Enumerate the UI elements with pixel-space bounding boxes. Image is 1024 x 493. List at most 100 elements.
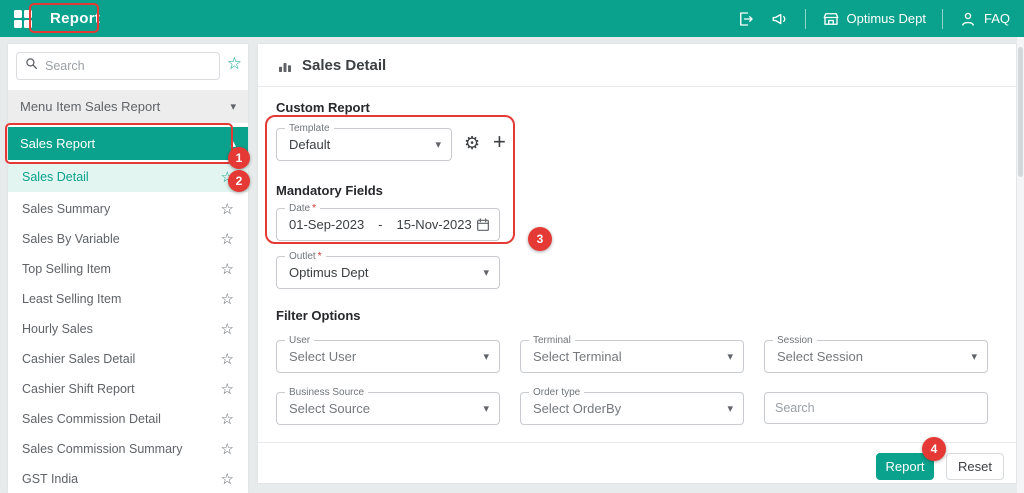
- sidebar-item[interactable]: Cashier Shift Report ☆: [8, 374, 248, 404]
- annotation-step-3: 3: [528, 227, 552, 251]
- session-select[interactable]: Session Select Session ▾: [764, 334, 988, 373]
- star-icon[interactable]: ☆: [221, 290, 234, 308]
- sidebar-item[interactable]: Top Selling Item ☆: [8, 254, 248, 284]
- scrollbar-thumb[interactable]: [1018, 47, 1023, 177]
- user-value: Select User: [289, 349, 357, 364]
- sidebar-item[interactable]: Sales Commission Summary ☆: [8, 434, 248, 464]
- report-sidebar: ☆ Menu Item Sales Report ▾ Sales Report …: [8, 44, 248, 493]
- business-source-value: Select Source: [289, 401, 370, 416]
- faq-label: FAQ: [983, 11, 1010, 26]
- outlet-select[interactable]: Outlet * Optimus Dept ▾: [276, 250, 500, 289]
- star-icon[interactable]: ☆: [221, 440, 234, 458]
- business-source-select[interactable]: Business Source Select Source ▾: [276, 386, 500, 425]
- star-icon[interactable]: ☆: [221, 380, 234, 398]
- field-label: Date: [289, 203, 311, 214]
- settings-gear-icon[interactable]: ⚙: [464, 133, 480, 154]
- vertical-scrollbar[interactable]: [1017, 37, 1024, 493]
- active-item-label: Sales Detail: [22, 170, 89, 184]
- annotation-step-2: 2: [228, 170, 250, 192]
- field-label: Business Source: [289, 387, 365, 398]
- star-icon[interactable]: ☆: [221, 200, 234, 218]
- star-icon[interactable]: ☆: [221, 320, 234, 338]
- bar-chart-icon: [276, 57, 294, 80]
- report-category-dropdown[interactable]: Menu Item Sales Report ▾: [8, 90, 248, 123]
- favorites-star-icon[interactable]: ☆: [227, 55, 242, 72]
- field-label: Session: [777, 335, 813, 346]
- sidebar-search[interactable]: [16, 52, 220, 80]
- field-label: Order type: [533, 387, 581, 398]
- field-label: User: [289, 335, 311, 346]
- field-label: Outlet: [289, 251, 316, 262]
- sidebar-item[interactable]: Hourly Sales ☆: [8, 314, 248, 344]
- filter-search-input[interactable]: [775, 401, 977, 415]
- store-icon: [822, 10, 840, 28]
- order-type-select[interactable]: Order type Select OrderBy ▾: [520, 386, 744, 425]
- chevron-down-icon: ▾: [230, 101, 236, 113]
- topbar-divider: [804, 8, 806, 29]
- outlet-switcher[interactable]: Optimus Dept: [822, 10, 926, 28]
- divider: [258, 442, 1016, 443]
- search-input[interactable]: [45, 59, 211, 73]
- annotation-step-4: 4: [922, 437, 946, 461]
- sidebar-report-list: Sales Summary ☆ Sales By Variable ☆ Top Se…: [8, 194, 248, 493]
- terminal-select[interactable]: Terminal Select Terminal ▾: [520, 334, 744, 373]
- required-marker: *: [317, 251, 322, 262]
- group-label: Sales Report: [20, 136, 96, 151]
- section-filter-options: Filter Options: [276, 308, 361, 323]
- field-label: Terminal: [533, 335, 571, 346]
- star-icon[interactable]: ☆: [221, 260, 234, 278]
- apps-grid-icon[interactable]: [14, 9, 32, 28]
- outlet-name: Optimus Dept: [846, 11, 926, 26]
- star-icon[interactable]: ☆: [221, 230, 234, 248]
- sidebar-item[interactable]: Sales Summary ☆: [8, 194, 248, 224]
- report-panel: Sales Detail Custom Report Template Defa…: [258, 44, 1016, 483]
- chevron-down-icon: ▾: [727, 351, 733, 363]
- section-custom-report: Custom Report: [276, 100, 370, 115]
- outlet-value: Optimus Dept: [289, 265, 369, 280]
- section-mandatory-fields: Mandatory Fields: [276, 183, 383, 198]
- report-title: Sales Detail: [302, 57, 387, 74]
- chevron-down-icon: ▾: [435, 139, 441, 151]
- calendar-icon[interactable]: [475, 217, 491, 238]
- add-template-icon[interactable]: +: [493, 129, 506, 155]
- chevron-down-icon: ▾: [971, 351, 977, 363]
- date-range-field[interactable]: Date * 01-Sep-2023 - 15-Nov-2023: [276, 202, 500, 241]
- page-title: Report: [50, 10, 101, 27]
- topbar-divider: [941, 8, 943, 29]
- top-bar: Report Optimus Dept FAQ: [0, 0, 1024, 37]
- dropdown-value: Menu Item Sales Report: [20, 99, 161, 114]
- required-marker: *: [312, 203, 317, 214]
- star-icon[interactable]: ☆: [221, 410, 234, 428]
- sidebar-item[interactable]: Cashier Sales Detail ☆: [8, 344, 248, 374]
- search-icon: [25, 57, 38, 75]
- filter-search-box[interactable]: [764, 392, 988, 424]
- user-select[interactable]: User Select User ▾: [276, 334, 500, 373]
- star-icon[interactable]: ☆: [221, 470, 234, 488]
- chevron-down-icon: ▾: [727, 403, 733, 415]
- sidebar-item-sales-detail[interactable]: Sales Detail ☆: [8, 162, 248, 192]
- order-type-value: Select OrderBy: [533, 401, 622, 416]
- announcement-icon[interactable]: [771, 10, 789, 28]
- session-value: Select Session: [777, 349, 863, 364]
- divider: [258, 86, 1016, 87]
- sidebar-item[interactable]: Least Selling Item ☆: [8, 284, 248, 314]
- faq-link[interactable]: FAQ: [959, 10, 1010, 28]
- date-to: 15-Nov-2023: [396, 217, 472, 232]
- date-separator: -: [378, 217, 383, 232]
- person-icon: [959, 10, 977, 28]
- export-icon[interactable]: [737, 10, 755, 28]
- sidebar-item[interactable]: Sales By Variable ☆: [8, 224, 248, 254]
- annotation-step-1: 1: [228, 147, 250, 169]
- sidebar-item[interactable]: GST India ☆: [8, 464, 248, 493]
- chevron-down-icon: ▾: [483, 267, 489, 279]
- template-value: Default: [289, 137, 331, 152]
- template-select[interactable]: Template Default ▾: [276, 122, 452, 161]
- terminal-value: Select Terminal: [533, 349, 622, 364]
- star-icon[interactable]: ☆: [221, 350, 234, 368]
- chevron-down-icon: ▾: [483, 403, 489, 415]
- sidebar-item[interactable]: Sales Commission Detail ☆: [8, 404, 248, 434]
- sidebar-group-sales-report[interactable]: Sales Report ▴: [8, 127, 248, 160]
- date-from: 01-Sep-2023: [289, 217, 365, 232]
- field-label: Template: [289, 123, 330, 134]
- reset-button[interactable]: Reset: [946, 453, 1004, 480]
